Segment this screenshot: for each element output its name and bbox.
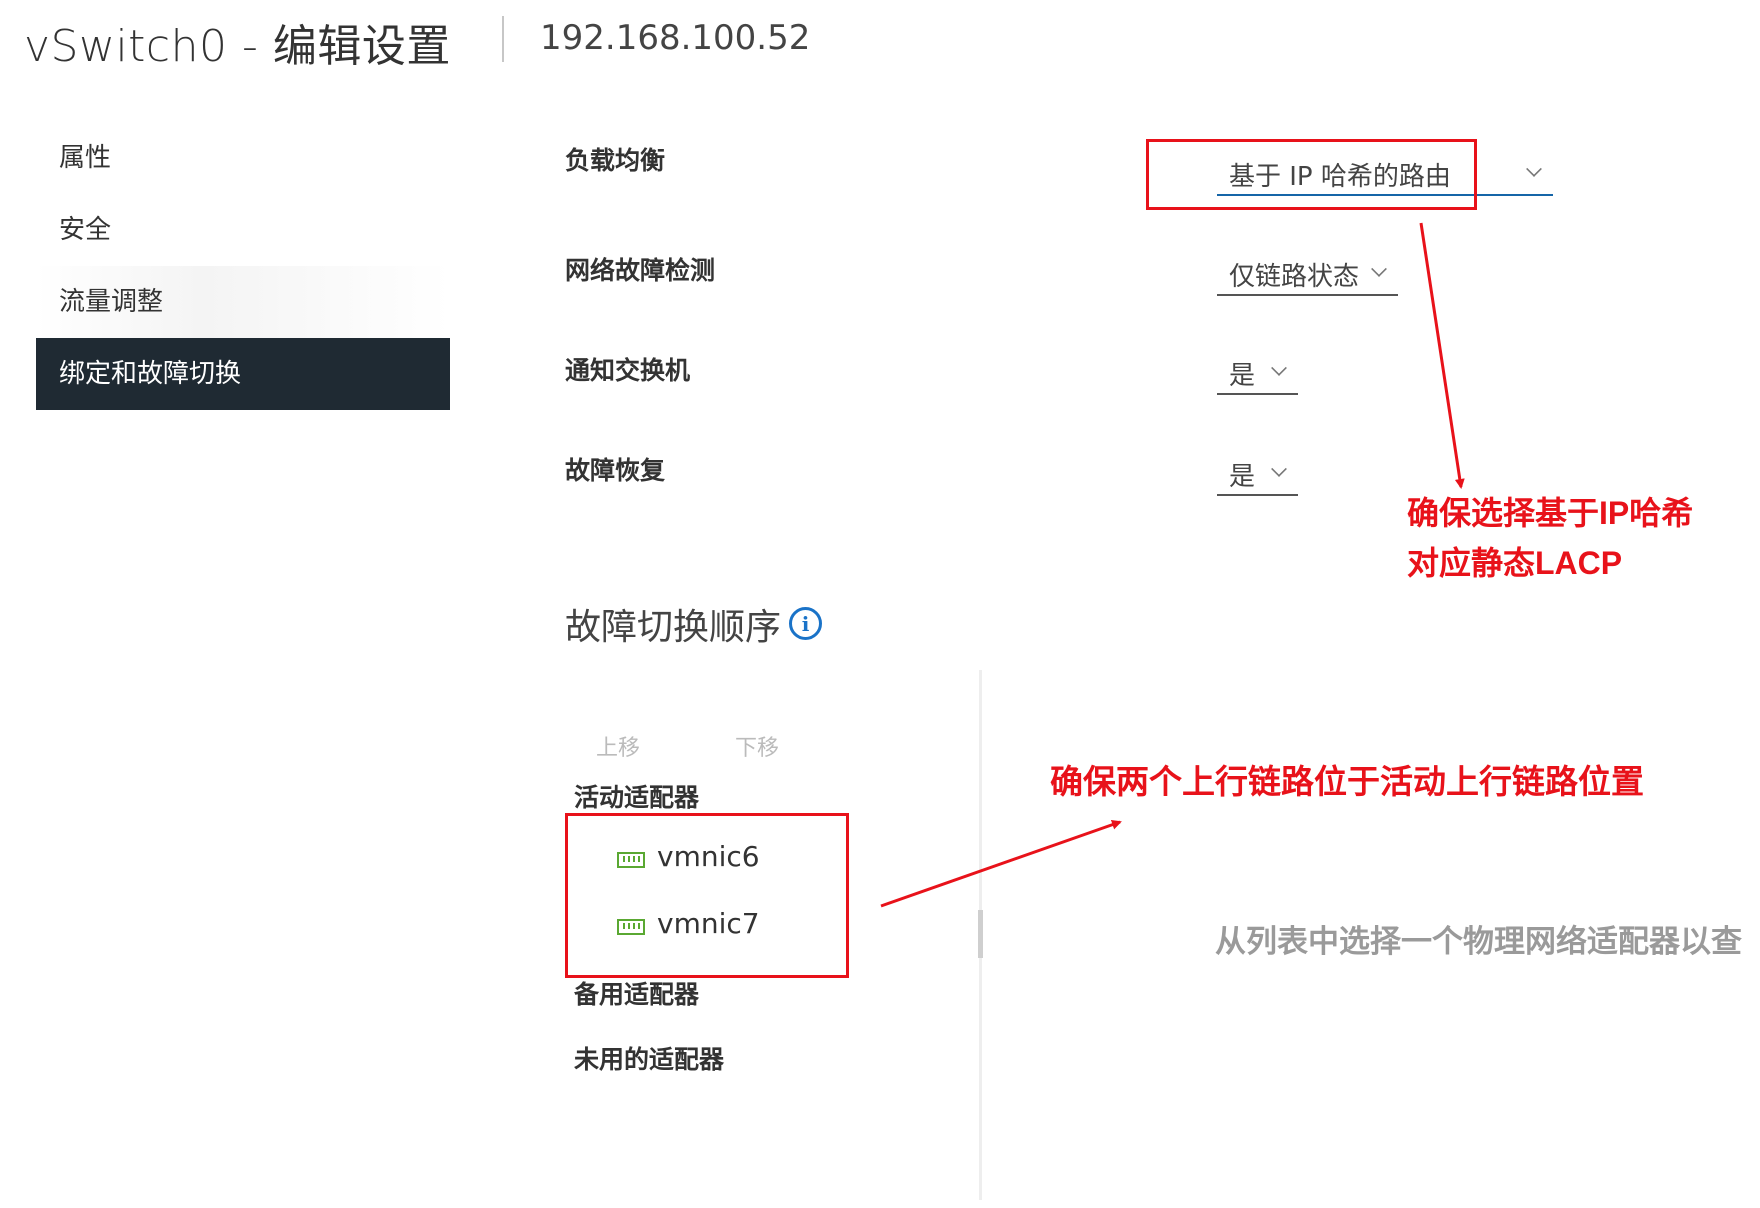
- arrow-to-lb-note: [1419, 222, 1465, 489]
- annotation-arrows: [880, 222, 1465, 908]
- arrow-to-uplink-note: [880, 819, 1122, 908]
- edit-settings-dialog: vSwitch0 - 编辑设置 192.168.100.52 属性 安全 流量调…: [0, 0, 1760, 1208]
